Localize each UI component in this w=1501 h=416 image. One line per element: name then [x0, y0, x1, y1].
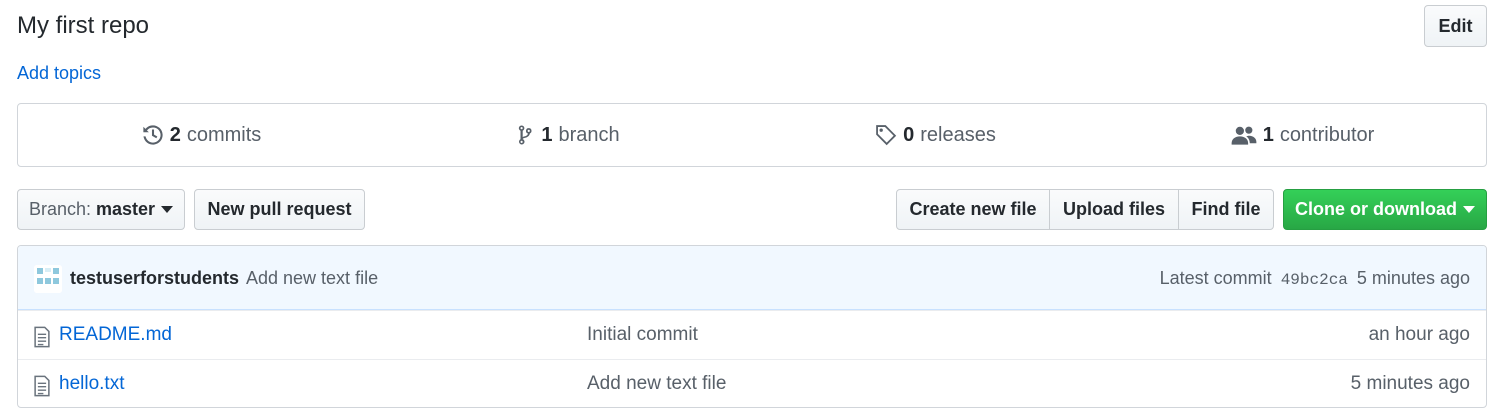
commit-sha[interactable]: 49bc2ca [1281, 271, 1348, 289]
releases-label: releases [920, 123, 996, 146]
file-name-link[interactable]: hello.txt [59, 373, 124, 395]
contributors-label: contributor [1279, 123, 1375, 146]
caret-down-icon [1463, 206, 1475, 213]
contributors-summary[interactable]: 1 contributor [1119, 104, 1486, 166]
file-age: 5 minutes ago [1350, 373, 1470, 394]
commit-message[interactable]: Add new text file [246, 268, 378, 289]
branches-count: 1 [541, 123, 553, 146]
file-commit-message[interactable]: Initial commit [587, 324, 698, 346]
commit-age: 5 minutes ago [1356, 268, 1470, 288]
file-commit-message[interactable]: Add new text file [587, 373, 726, 395]
file-icon [34, 326, 50, 348]
add-topics-link[interactable]: Add topics [17, 63, 101, 84]
caret-down-icon [161, 206, 174, 213]
file-list: testuserforstudents Add new text file La… [17, 245, 1487, 408]
latest-commit-label: Latest commit [1159, 268, 1272, 288]
new-pull-request-button[interactable]: New pull request [194, 189, 365, 230]
upload-files-button[interactable]: Upload files [1049, 189, 1179, 230]
file-age: an hour ago [1368, 324, 1470, 345]
file-row: hello.txt Add new text file 5 minutes ag… [18, 359, 1486, 407]
history-icon [143, 125, 163, 145]
people-icon [1231, 126, 1257, 145]
file-actions-group: Create new file Upload files Find file [896, 189, 1274, 230]
avatar[interactable] [34, 265, 62, 293]
repo-description: My first repo [17, 12, 150, 39]
branch-select-button[interactable]: Branch: master [17, 189, 185, 230]
releases-count: 0 [903, 123, 915, 146]
branch-icon [519, 125, 532, 145]
commit-author[interactable]: testuserforstudents [70, 268, 239, 289]
file-name-link[interactable]: README.md [59, 324, 172, 346]
branches-summary[interactable]: 1 branch [385, 104, 752, 166]
commits-count: 2 [169, 123, 181, 146]
tag-icon [876, 125, 897, 146]
contributors-count: 1 [1262, 123, 1274, 146]
create-new-file-button[interactable]: Create new file [896, 189, 1050, 230]
clone-or-download-button[interactable]: Clone or download [1283, 189, 1487, 230]
file-navigation: Branch: master New pull request Create n… [17, 189, 1487, 231]
repo-header: My first repo Add topics Edit [17, 5, 1487, 88]
find-file-button[interactable]: Find file [1178, 189, 1274, 230]
latest-commit-bar: testuserforstudents Add new text file La… [18, 246, 1486, 310]
latest-commit-info: Latest commit 49bc2ca 5 minutes ago [1160, 268, 1470, 289]
commits-summary[interactable]: 2 commits [18, 104, 385, 166]
commits-label: commits [186, 123, 262, 146]
repo-summary: 2 commits 1 branch 0 releases 1 contribu… [17, 103, 1487, 167]
file-row: README.md Initial commit an hour ago [18, 310, 1486, 359]
clone-label: Clone or download [1295, 199, 1457, 219]
branch-value: master [96, 199, 156, 219]
releases-summary[interactable]: 0 releases [752, 104, 1119, 166]
branch-label: Branch: [28, 199, 91, 219]
edit-button[interactable]: Edit [1424, 5, 1487, 47]
branches-label: branch [558, 123, 620, 146]
file-icon [34, 375, 50, 397]
